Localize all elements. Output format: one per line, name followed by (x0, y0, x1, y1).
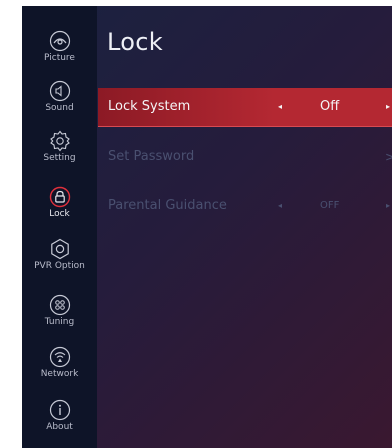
left-arrow-icon[interactable]: ◂ (278, 187, 282, 225)
row-value: OFF (320, 200, 340, 211)
sidebar-item-label: PVR Option (34, 261, 85, 271)
pvr-icon (50, 238, 69, 260)
row-label: Lock System (108, 99, 191, 114)
sidebar-item-label: Network (40, 369, 79, 379)
row-label: Set Password (108, 149, 195, 164)
menu-row-lock-system[interactable]: Lock System ◂ Off ▸ (98, 88, 392, 127)
sidebar: Picture Sound Setting Lock PVR Option Tu… (22, 6, 97, 448)
menu-row-parental-guidance[interactable]: Parental Guidance ◂ OFF ▸ (98, 187, 392, 225)
sidebar-item-sound[interactable]: Sound (22, 80, 97, 130)
tv-menu-screen: Picture Sound Setting Lock PVR Option Tu… (22, 6, 392, 448)
sidebar-item-pvr-option[interactable]: PVR Option (22, 238, 97, 288)
left-arrow-icon[interactable]: ◂ (278, 88, 282, 126)
gear-icon (49, 130, 70, 152)
network-icon (49, 346, 70, 368)
sidebar-item-label: Lock (49, 209, 70, 219)
right-arrow-icon[interactable]: ▸ (386, 88, 390, 126)
lock-icon (49, 186, 70, 208)
sidebar-item-label: Picture (44, 53, 75, 63)
speaker-icon (49, 80, 70, 102)
menu-row-set-password[interactable]: Set Password > (98, 138, 392, 176)
sidebar-item-network[interactable]: Network (22, 346, 97, 396)
sidebar-item-tuning[interactable]: Tuning (22, 294, 97, 344)
sidebar-item-setting[interactable]: Setting (22, 130, 97, 180)
page-title: Lock (107, 28, 163, 56)
info-icon (49, 399, 70, 421)
sidebar-item-label: About (46, 422, 73, 432)
sidebar-item-label: Setting (43, 153, 76, 163)
row-label: Parental Guidance (108, 198, 227, 213)
sidebar-item-picture[interactable]: Picture (22, 30, 97, 80)
sidebar-item-about[interactable]: About (22, 399, 97, 448)
sidebar-item-label: Tuning (44, 317, 75, 327)
picture-icon (49, 30, 70, 52)
row-value: Off (320, 99, 340, 114)
right-arrow-icon[interactable]: ▸ (386, 187, 390, 225)
sidebar-item-lock[interactable]: Lock (22, 186, 97, 236)
chevron-right-icon: > (385, 150, 392, 164)
sidebar-item-label: Sound (45, 103, 74, 113)
tuning-icon (49, 294, 70, 316)
